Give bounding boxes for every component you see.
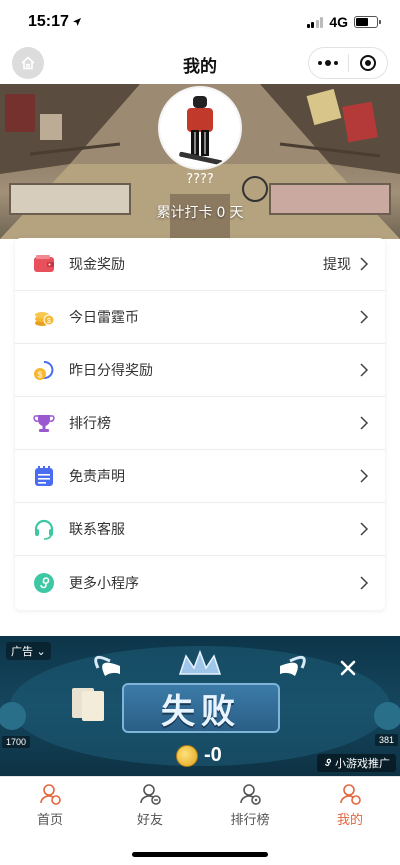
ad-promo-label[interactable]: 小游戏推广 bbox=[316, 754, 396, 772]
menu-item-label: 联系客服 bbox=[69, 522, 125, 538]
ad-label[interactable]: 广告 ⌄ bbox=[6, 642, 51, 660]
ad-left-chip: 1700 bbox=[2, 736, 31, 748]
checkin-prefix: 累计打卡 bbox=[156, 205, 213, 221]
wallet-icon bbox=[33, 253, 55, 275]
tab-bar: 首页 好友 排行榜 我的 bbox=[0, 776, 400, 832]
checkin-suffix: 天 bbox=[229, 205, 244, 221]
tab-label: 排行榜 bbox=[230, 812, 270, 828]
menu-item-label: 排行榜 bbox=[69, 416, 111, 432]
svg-text:$: $ bbox=[47, 318, 51, 325]
checkin-count: 累计打卡 0 天 bbox=[0, 202, 400, 222]
trophy-icon bbox=[33, 412, 55, 434]
target-close-icon bbox=[359, 55, 376, 71]
chevron-right-icon bbox=[360, 416, 369, 430]
chevron-right-icon bbox=[360, 257, 369, 271]
tab-mine[interactable]: 我的 bbox=[300, 777, 400, 832]
menu-card: 现金奖励 提现 $ 今日雷霆币 $ 昨日分得奖励 排行榜 免责声明 联系客服 更… bbox=[15, 238, 385, 610]
chevron-right-icon bbox=[360, 522, 369, 536]
chevron-right-icon bbox=[360, 469, 369, 483]
notepad-icon bbox=[33, 465, 55, 487]
menu-item-label: 免责声明 bbox=[69, 469, 125, 485]
menu-item-today-coins[interactable]: $ 今日雷霆币 bbox=[15, 291, 385, 344]
menu-item-more-miniprograms[interactable]: 更多小程序 bbox=[15, 556, 385, 609]
close-miniprogram-button[interactable] bbox=[349, 54, 388, 72]
menu-item-label: 更多小程序 bbox=[69, 575, 139, 592]
ad-banner[interactable]: 广告 ⌄ 失败 -0 1700 381 小游戏推广 bbox=[0, 636, 400, 776]
home-icon bbox=[21, 56, 35, 70]
avatar[interactable] bbox=[158, 86, 242, 170]
location-arrow-icon bbox=[72, 18, 81, 26]
battery-icon bbox=[354, 16, 381, 28]
profile-icon bbox=[340, 783, 361, 805]
ranking-icon bbox=[240, 783, 261, 805]
menu-item-label: 今日雷霆币 bbox=[69, 310, 139, 326]
profile-hero: ???? 累计打卡 0 天 bbox=[0, 84, 400, 239]
close-icon[interactable] bbox=[338, 658, 358, 678]
menu-item-customer-service[interactable]: 联系客服 bbox=[15, 503, 385, 556]
ad-score-value: -0 bbox=[204, 744, 222, 766]
reward-icon: $ bbox=[33, 359, 55, 381]
chevron-right-icon bbox=[360, 363, 369, 377]
ad-headline: 失败 bbox=[122, 683, 280, 733]
miniprogram-icon bbox=[33, 572, 55, 594]
coin-icon bbox=[176, 744, 198, 767]
status-time-text: 15:17 bbox=[28, 13, 69, 30]
network-type: 4G bbox=[329, 14, 348, 30]
menu-item-leaderboard[interactable]: 排行榜 bbox=[15, 397, 385, 450]
chevron-right-icon bbox=[360, 575, 369, 590]
username: ???? bbox=[186, 172, 214, 187]
page-title: 我的 bbox=[183, 56, 217, 77]
status-time: 15:17 bbox=[28, 13, 82, 31]
menu-item-disclaimer[interactable]: 免责声明 bbox=[15, 450, 385, 503]
home-button[interactable] bbox=[12, 47, 44, 79]
more-dots-icon bbox=[318, 61, 323, 65]
tab-friends[interactable]: 好友 bbox=[100, 777, 200, 832]
headset-icon bbox=[33, 518, 55, 540]
home-indicator[interactable] bbox=[132, 852, 268, 857]
nav-bar: 我的 bbox=[0, 44, 400, 84]
home-indicator-area bbox=[0, 832, 400, 865]
more-button[interactable] bbox=[309, 60, 348, 66]
tab-label: 好友 bbox=[136, 812, 163, 828]
menu-item-cash-reward[interactable]: 现金奖励 提现 bbox=[15, 238, 385, 291]
home-person-icon bbox=[40, 783, 61, 805]
capsule-menu bbox=[308, 47, 388, 79]
chevron-right-icon bbox=[360, 310, 369, 324]
ad-label-text: 广告 bbox=[11, 645, 33, 658]
menu-item-label: 现金奖励 bbox=[69, 257, 125, 273]
tab-label: 首页 bbox=[36, 812, 63, 828]
signal-icon bbox=[306, 16, 324, 28]
avatar-person-icon bbox=[179, 96, 223, 166]
ad-right-chip: 381 bbox=[374, 734, 398, 746]
status-bar: 15:17 4G bbox=[0, 0, 400, 44]
miniprogram-small-icon bbox=[324, 758, 331, 767]
coins-icon: $ bbox=[33, 306, 55, 328]
checkin-days: 0 bbox=[216, 205, 226, 221]
tab-ranking[interactable]: 排行榜 bbox=[200, 777, 300, 832]
ad-promo-text: 小游戏推广 bbox=[335, 757, 390, 770]
svg-text:$: $ bbox=[38, 371, 43, 380]
menu-item-label: 昨日分得奖励 bbox=[69, 363, 153, 379]
withdraw-link[interactable]: 提现 bbox=[323, 254, 351, 274]
tab-label: 我的 bbox=[336, 812, 363, 828]
tab-home[interactable]: 首页 bbox=[0, 777, 100, 832]
friends-icon bbox=[140, 783, 161, 805]
status-right: 4G bbox=[306, 14, 381, 30]
ad-score: -0 bbox=[176, 744, 222, 767]
menu-item-yesterday-reward[interactable]: $ 昨日分得奖励 bbox=[15, 344, 385, 397]
